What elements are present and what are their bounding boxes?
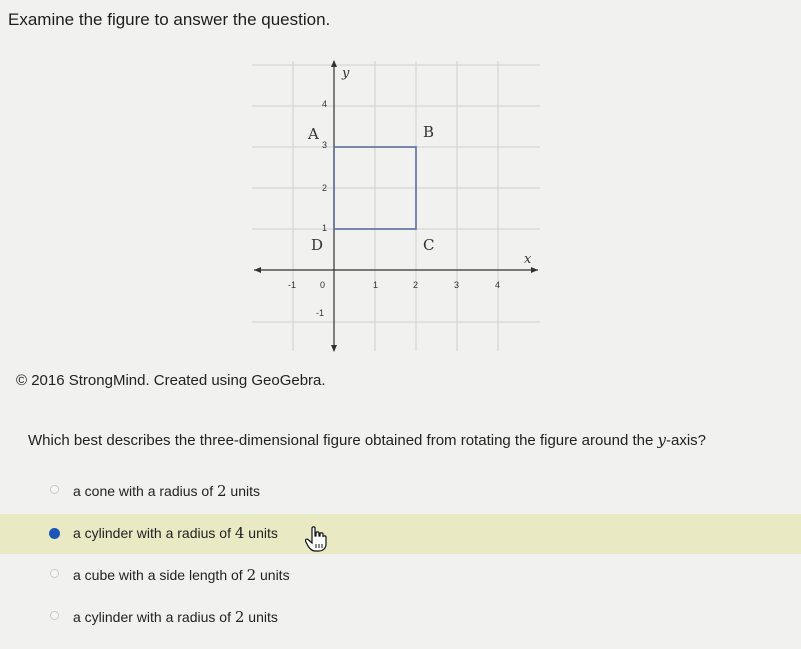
question-text: Which best describes the three-dimension… <box>28 431 706 449</box>
answer-option-2[interactable]: a cylinder with a radius of 4 units <box>0 514 801 554</box>
axes <box>254 61 538 351</box>
y-tick: 2 <box>322 183 327 193</box>
grid-lines <box>252 61 540 351</box>
y-axis-arrow <box>331 60 337 67</box>
radio-button-selected[interactable] <box>49 528 60 539</box>
radio-button[interactable] <box>50 569 59 578</box>
x-tick: 0 <box>320 280 325 290</box>
point-label-B: B <box>423 123 434 141</box>
y-axis-arrow-down <box>331 345 337 352</box>
point-label-D: D <box>311 236 323 254</box>
x-axis-arrow <box>531 267 538 273</box>
x-tick: 1 <box>373 280 378 290</box>
option-text-end: units <box>256 567 290 583</box>
answer-option-3[interactable]: a cube with a side length of 2 units <box>0 556 801 596</box>
answer-option-label: a cylinder with a radius of 4 units <box>73 524 278 542</box>
y-tick: 4 <box>322 99 327 109</box>
answer-option-label: a cylinder with a radius of 2 units <box>73 608 278 626</box>
question-axis-variable: y <box>657 431 667 449</box>
answer-option-1[interactable]: a cone with a radius of 2 units <box>0 472 801 512</box>
answer-option-label: a cone with a radius of 2 units <box>73 482 260 500</box>
y-tick: -1 <box>316 308 324 318</box>
option-number: 2 <box>234 608 245 626</box>
coordinate-graph: y x -1 0 1 2 3 4 4 3 2 1 -1 A B C D <box>252 60 540 352</box>
option-text-end: units <box>244 525 278 541</box>
answer-option-4[interactable]: a cylinder with a radius of 2 units <box>0 598 801 638</box>
point-label-C: C <box>423 236 434 254</box>
option-number: 2 <box>246 566 257 584</box>
point-label-A: A <box>307 125 319 143</box>
radio-button[interactable] <box>50 485 59 494</box>
answer-option-label: a cube with a side length of 2 units <box>73 566 290 584</box>
option-text-start: a cube with a side length of <box>73 567 247 583</box>
y-axis-label: y <box>341 66 350 81</box>
option-text-start: a cone with a radius of <box>73 483 217 499</box>
radio-button[interactable] <box>50 611 59 620</box>
y-tick: 3 <box>322 140 327 150</box>
x-tick: -1 <box>288 280 296 290</box>
option-text-start: a cylinder with a radius of <box>73 609 235 625</box>
y-tick: 1 <box>322 223 327 233</box>
question-text-end: -axis? <box>666 432 707 449</box>
x-axis-label: x <box>524 252 532 267</box>
option-text-start: a cylinder with a radius of <box>73 525 235 541</box>
hand-pointer-icon <box>305 526 327 552</box>
option-text-end: units <box>226 483 260 499</box>
option-number: 2 <box>216 482 227 500</box>
x-tick: 4 <box>495 280 500 290</box>
option-number: 4 <box>234 524 245 542</box>
x-axis-arrow-left <box>254 267 261 273</box>
option-text-end: units <box>244 609 278 625</box>
instruction-text: Examine the figure to answer the questio… <box>8 10 331 29</box>
x-tick: 3 <box>454 280 459 290</box>
x-tick: 2 <box>413 280 418 290</box>
copyright-credit: © 2016 StrongMind. Created using GeoGebr… <box>16 372 326 389</box>
question-text-start: Which best describes the three-dimension… <box>28 432 658 449</box>
